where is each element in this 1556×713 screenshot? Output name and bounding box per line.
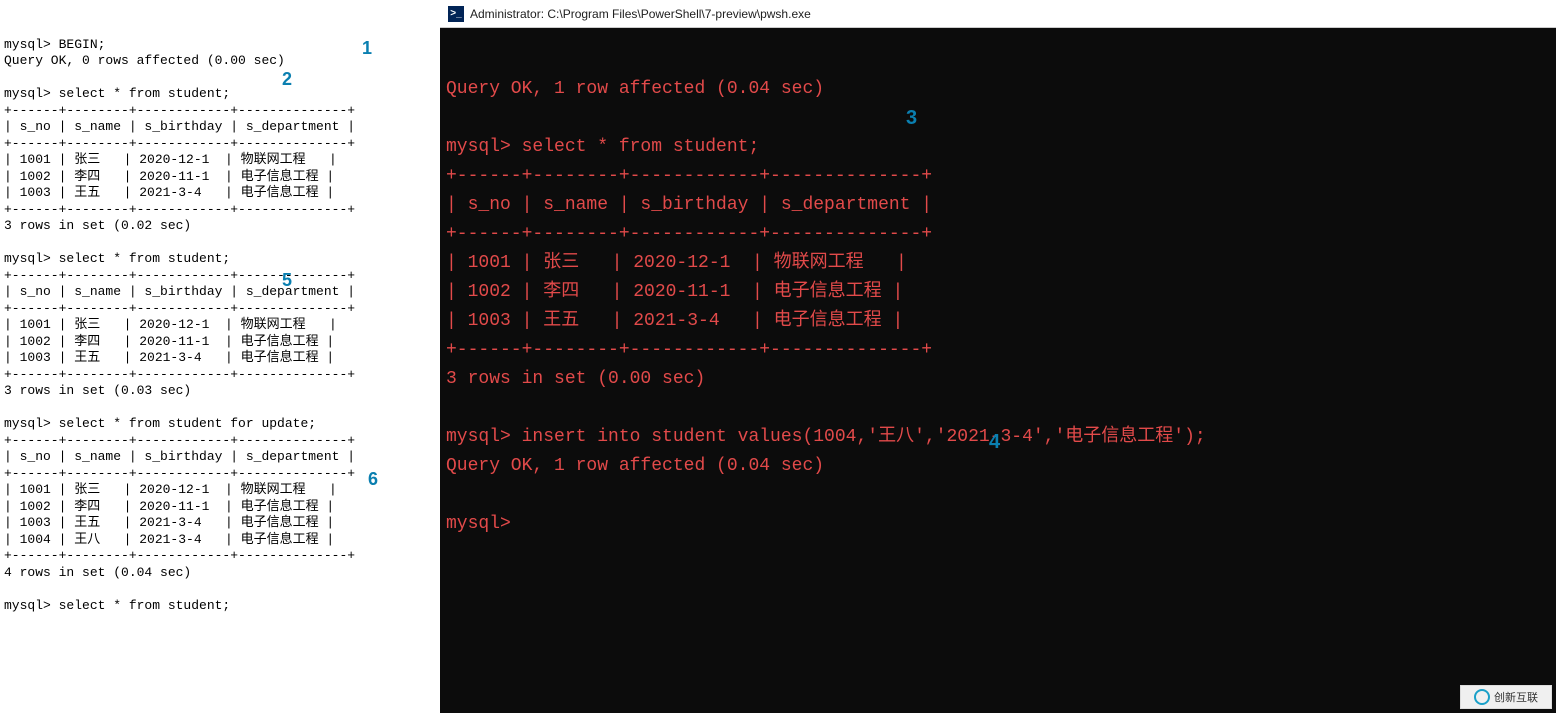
term-line: +------+--------+------------+----------… — [4, 466, 355, 481]
term-line: Query OK, 1 row affected (0.04 sec) — [446, 456, 824, 476]
watermark-badge: 创新互联 — [1460, 685, 1552, 709]
right-terminal-window: >_ Administrator: C:\Program Files\Power… — [440, 0, 1556, 713]
term-line: 4 rows in set (0.04 sec) — [4, 565, 191, 580]
term-line: | s_no | s_name | s_birthday | s_departm… — [4, 119, 355, 134]
annotation-marker-2: 2 — [282, 71, 292, 88]
term-line: +------+--------+------------+----------… — [4, 136, 355, 151]
term-line: | 1003 | 王五 | 2021-3-4 | 电子信息工程 | — [4, 185, 334, 200]
term-line: mysql> — [446, 514, 511, 534]
watermark-logo-icon — [1474, 689, 1490, 705]
term-line: | 1004 | 王八 | 2021-3-4 | 电子信息工程 | — [4, 532, 334, 547]
term-line: 3 rows in set (0.00 sec) — [446, 369, 705, 389]
term-line: mysql> BEGIN; — [4, 37, 105, 52]
term-line: mysql> insert into student values(1004,'… — [446, 427, 1206, 447]
annotation-marker-6: 6 — [368, 471, 378, 488]
annotation-marker-3: 3 — [906, 104, 917, 133]
term-line: | 1002 | 李四 | 2020-11-1 | 电子信息工程 | — [4, 334, 334, 349]
term-line: mysql> select * from student; — [4, 598, 230, 613]
left-terminal-pane[interactable]: mysql> BEGIN; Query OK, 0 rows affected … — [0, 0, 440, 713]
term-line: | 1003 | 王五 | 2021-3-4 | 电子信息工程 | — [4, 515, 334, 530]
term-line: | 1002 | 李四 | 2020-11-1 | 电子信息工程 | — [4, 499, 334, 514]
term-line: 3 rows in set (0.03 sec) — [4, 383, 191, 398]
watermark-text: 创新互联 — [1494, 689, 1538, 705]
term-line: +------+--------+------------+----------… — [446, 340, 932, 360]
term-line: +------+--------+------------+----------… — [4, 433, 355, 448]
term-line: +------+--------+------------+----------… — [4, 268, 355, 283]
annotation-marker-4: 4 — [989, 428, 1000, 457]
powershell-icon: >_ — [448, 6, 464, 22]
term-line: | 1003 | 王五 | 2021-3-4 | 电子信息工程 | — [446, 311, 903, 331]
term-line: mysql> select * from student for update; — [4, 416, 316, 431]
term-line: | 1001 | 张三 | 2020-12-1 | 物联网工程 | — [4, 317, 337, 332]
annotation-marker-1: 1 — [362, 40, 372, 57]
window-title-text: Administrator: C:\Program Files\PowerShe… — [470, 7, 811, 21]
term-line: | 1001 | 张三 | 2020-12-1 | 物联网工程 | — [4, 482, 337, 497]
term-line: | 1002 | 李四 | 2020-11-1 | 电子信息工程 | — [446, 282, 903, 302]
term-line: Query OK, 0 rows affected (0.00 sec) — [4, 53, 285, 68]
term-line: +------+--------+------------+----------… — [446, 166, 932, 186]
term-line: | s_no | s_name | s_birthday | s_departm… — [4, 284, 355, 299]
term-line: +------+--------+------------+----------… — [4, 103, 355, 118]
annotation-marker-5: 5 — [282, 272, 292, 289]
right-terminal-pane[interactable]: Query OK, 1 row affected (0.04 sec) mysq… — [440, 28, 1556, 713]
term-line: | s_no | s_name | s_birthday | s_departm… — [446, 195, 932, 215]
term-line: | 1003 | 王五 | 2021-3-4 | 电子信息工程 | — [4, 350, 334, 365]
term-line: +------+--------+------------+----------… — [4, 301, 355, 316]
term-line: Query OK, 1 row affected (0.04 sec) — [446, 79, 824, 99]
term-line: +------+--------+------------+----------… — [446, 224, 932, 244]
term-line: 3 rows in set (0.02 sec) — [4, 218, 191, 233]
term-line: | 1001 | 张三 | 2020-12-1 | 物联网工程 | — [446, 253, 907, 273]
term-line: | 1001 | 张三 | 2020-12-1 | 物联网工程 | — [4, 152, 337, 167]
term-line: +------+--------+------------+----------… — [4, 367, 355, 382]
term-line: +------+--------+------------+----------… — [4, 548, 355, 563]
window-title-bar[interactable]: >_ Administrator: C:\Program Files\Power… — [440, 0, 1556, 28]
term-line: | 1002 | 李四 | 2020-11-1 | 电子信息工程 | — [4, 169, 334, 184]
term-line: mysql> select * from student; — [4, 86, 230, 101]
term-line: +------+--------+------------+----------… — [4, 202, 355, 217]
term-line: mysql> select * from student; — [446, 137, 759, 157]
term-line: mysql> select * from student; — [4, 251, 230, 266]
term-line: | s_no | s_name | s_birthday | s_departm… — [4, 449, 355, 464]
